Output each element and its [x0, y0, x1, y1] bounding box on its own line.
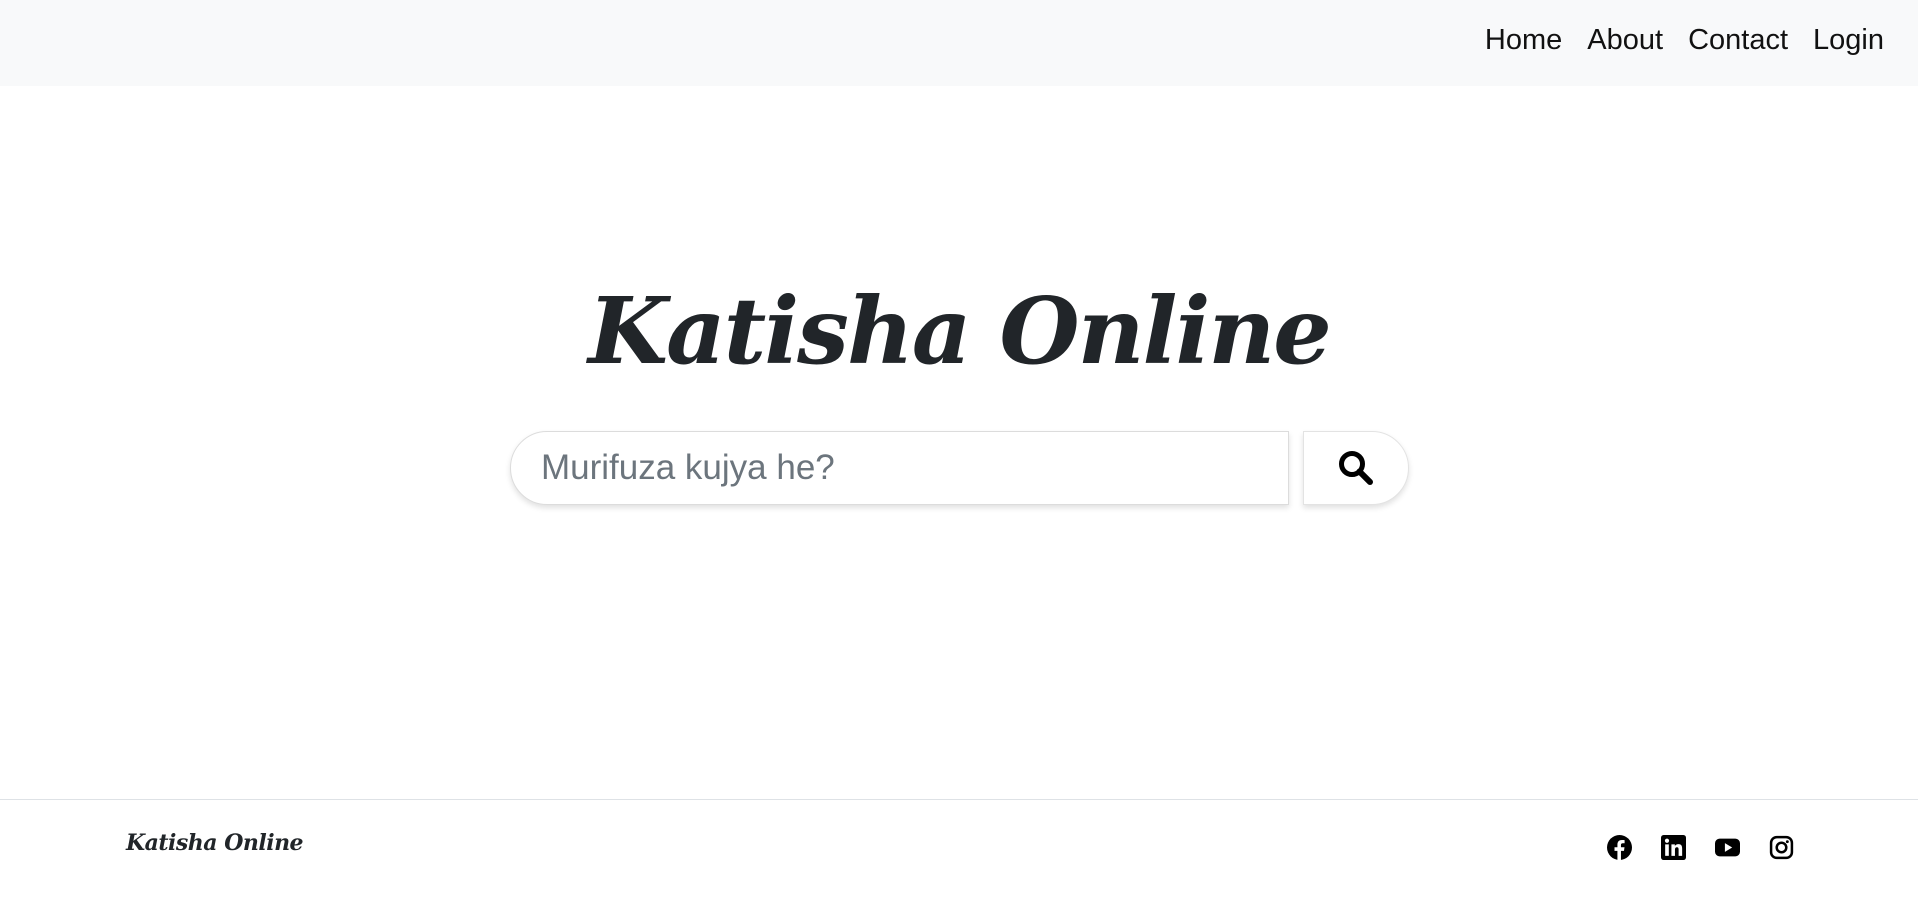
- brand-title: Katisha Online: [588, 277, 1332, 385]
- nav-link-home[interactable]: Home: [1485, 24, 1562, 57]
- nav-link-about[interactable]: About: [1587, 24, 1663, 57]
- nav-links: Home About Contact Login: [1485, 0, 1884, 80]
- footer: Katisha Online: [0, 799, 1918, 898]
- linkedin-icon[interactable]: [1661, 835, 1686, 860]
- social-links: [1607, 835, 1794, 860]
- youtube-icon[interactable]: [1715, 835, 1740, 860]
- search-icon: [1339, 451, 1373, 485]
- navbar: Home About Contact Login: [0, 0, 1918, 86]
- instagram-icon[interactable]: [1769, 835, 1794, 860]
- footer-brand: Katisha Online: [126, 830, 304, 856]
- search-button[interactable]: [1303, 431, 1409, 505]
- facebook-icon[interactable]: [1607, 835, 1632, 860]
- search-input[interactable]: [510, 431, 1289, 505]
- nav-link-login[interactable]: Login: [1813, 24, 1884, 57]
- nav-link-contact[interactable]: Contact: [1688, 24, 1788, 57]
